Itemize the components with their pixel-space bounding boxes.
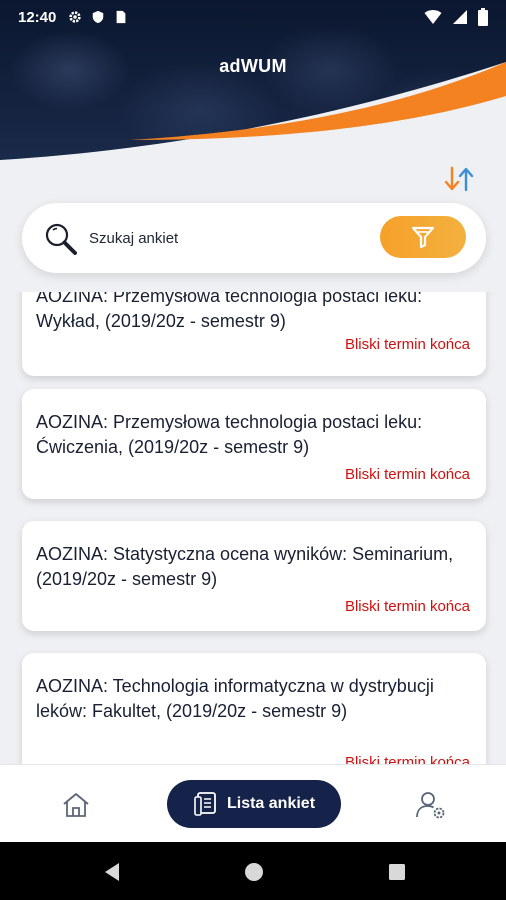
survey-list[interactable]: AOZINA: Przemysłowa technologia postaci …	[0, 292, 506, 764]
battery-icon	[478, 8, 488, 26]
deadline-badge: Bliski termin końca	[344, 754, 470, 764]
deadline-badge: Bliski termin końca	[344, 466, 470, 483]
status-time: 12:40	[18, 8, 57, 26]
survey-card[interactable]: AOZINA: Technologia informatyczna w dyst…	[22, 653, 486, 764]
shield-status-icon	[93, 10, 104, 24]
search-input[interactable]: Szukaj ankiet	[89, 230, 178, 247]
home-circle-icon[interactable]	[244, 862, 264, 882]
deadline-badge: Bliski termin końca	[344, 598, 470, 615]
home-icon[interactable]	[60, 789, 92, 821]
survey-card[interactable]: AOZINA: Statystyczna ocena wyników: Semi…	[22, 521, 486, 631]
filter-button[interactable]	[380, 216, 466, 258]
settings-status-icon	[69, 11, 82, 23]
survey-card[interactable]: AOZINA: Przemysłowa technologia postaci …	[22, 389, 486, 499]
system-navigation-bar	[0, 842, 506, 900]
nav-survey-list-tab[interactable]: Lista ankiet	[167, 780, 341, 828]
sim-card-status-icon	[117, 10, 126, 24]
deadline-badge: Bliski termin końca	[344, 336, 470, 353]
survey-title: AOZINA: Technologia informatyczna w dyst…	[36, 676, 434, 721]
search-icon	[45, 223, 77, 255]
app-title: adWUM	[219, 56, 287, 76]
survey-title: AOZINA: Statystyczna ocena wyników: Semi…	[36, 544, 454, 589]
wifi-icon	[424, 10, 442, 24]
survey-card[interactable]: AOZINA: Przemysłowa technologia postaci …	[22, 292, 486, 376]
status-bar: 12:40	[0, 0, 506, 34]
survey-title: AOZINA: Przemysłowa technologia postaci …	[36, 412, 423, 457]
profile-settings-icon[interactable]	[414, 789, 448, 821]
survey-title: AOZINA: Przemysłowa technologia postaci …	[36, 292, 423, 331]
bottom-navigation: Lista ankiet	[0, 764, 506, 842]
nav-active-label: Lista ankiet	[226, 795, 316, 812]
signal-icon	[453, 10, 467, 24]
filter-icon	[411, 226, 435, 249]
back-icon[interactable]	[103, 862, 121, 882]
sort-icon[interactable]	[442, 164, 478, 194]
app-header: 12:40 adWUM	[0, 0, 506, 165]
recents-icon[interactable]	[388, 863, 406, 881]
search-bar[interactable]: Szukaj ankiet	[22, 203, 486, 273]
survey-list-icon	[194, 792, 216, 816]
